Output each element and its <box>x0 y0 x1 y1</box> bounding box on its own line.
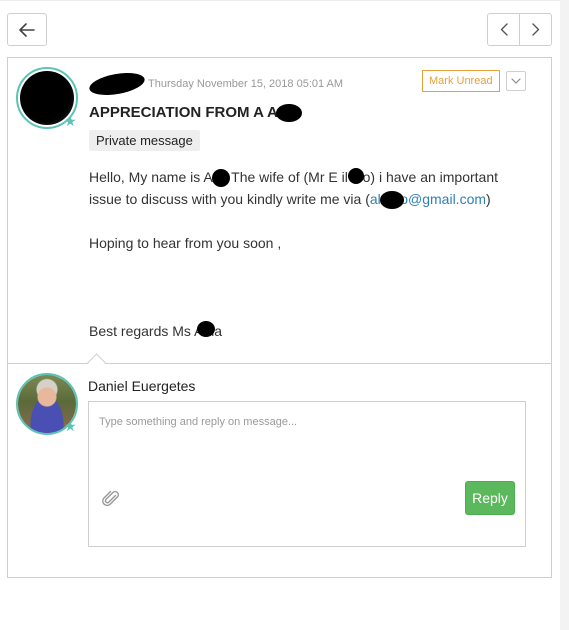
chevron-left-icon <box>500 23 508 36</box>
body-line: Hoping to hear from you soon , <box>89 235 282 251</box>
scrollbar-track[interactable] <box>560 0 569 630</box>
back-button[interactable] <box>7 13 47 46</box>
chevron-right-icon <box>531 23 539 36</box>
page: ★ Thursday November 15, 2018 05:01 AM Ma… <box>0 0 569 630</box>
body-text: ) <box>486 191 491 207</box>
message-date: Thursday November 15, 2018 05:01 AM <box>148 78 344 90</box>
mark-unread-button[interactable]: Mark Unread <box>422 70 500 92</box>
body-line: Hello, My name is A a, The wife of (Mr E… <box>89 169 499 185</box>
sender-name-redaction <box>87 69 147 99</box>
body-text: issue to discuss with you kindly write m… <box>89 191 370 207</box>
online-star-icon: ★ <box>64 113 77 129</box>
name-redaction <box>212 169 230 187</box>
name-redaction <box>348 168 364 184</box>
message-card: ★ Thursday November 15, 2018 05:01 AM Ma… <box>7 57 552 578</box>
user-name: Daniel Euergetes <box>88 378 196 394</box>
top-divider <box>0 0 560 1</box>
previous-message-button[interactable] <box>487 13 520 46</box>
body-line: issue to discuss with you kindly write m… <box>89 188 491 210</box>
reply-caret <box>87 353 106 372</box>
subject-redaction <box>276 104 302 122</box>
message-subject: APPRECIATION FROM A A. <box>89 104 283 121</box>
arrow-left-icon <box>19 22 35 37</box>
next-message-button[interactable] <box>519 13 552 46</box>
email-redaction <box>380 191 404 209</box>
signature-redaction <box>197 321 215 337</box>
reply-box: Reply <box>88 401 526 547</box>
reply-button[interactable]: Reply <box>465 481 515 515</box>
private-message-badge: Private message <box>89 130 200 151</box>
paperclip-icon[interactable] <box>101 489 121 509</box>
message-options-dropdown[interactable] <box>506 71 526 91</box>
reply-input[interactable] <box>99 416 509 476</box>
chevron-down-icon <box>511 78 521 84</box>
online-star-icon: ★ <box>64 418 77 434</box>
